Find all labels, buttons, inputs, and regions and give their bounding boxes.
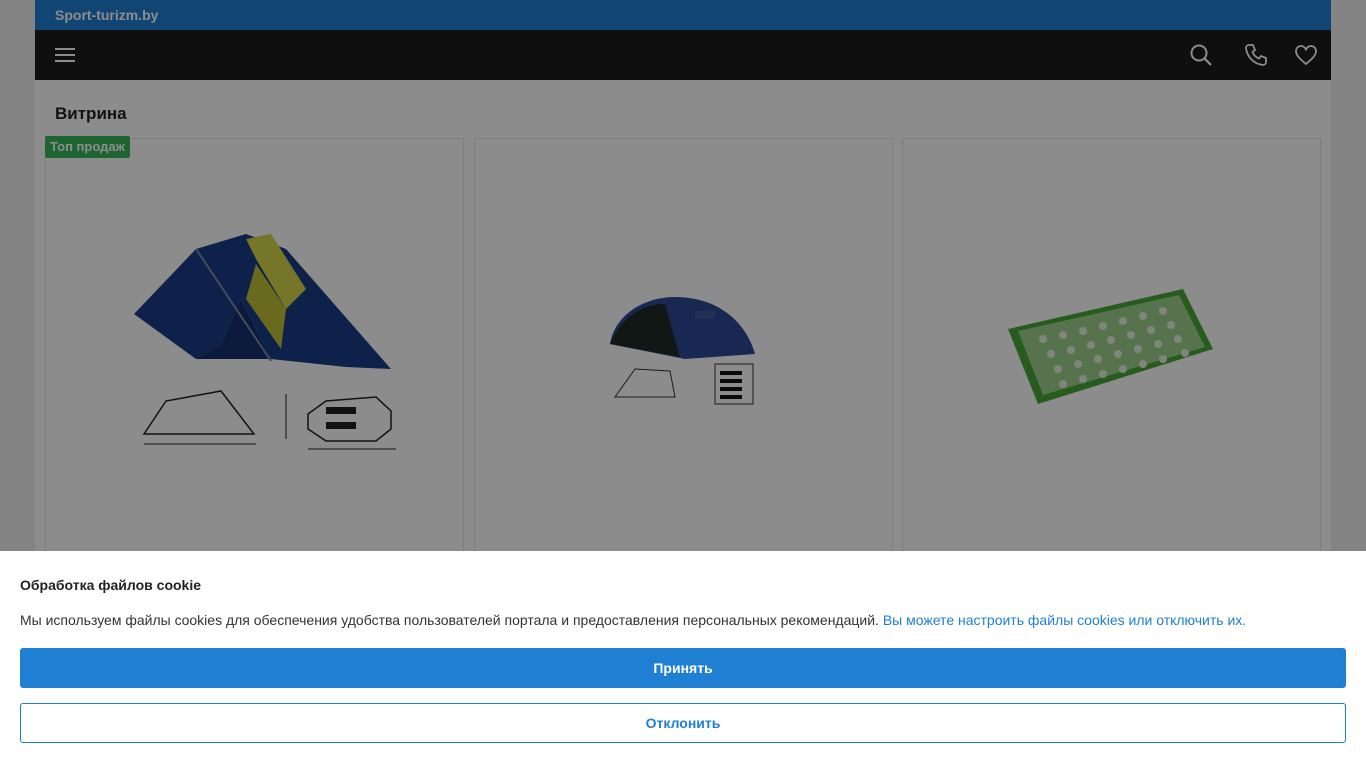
- page-background: Sport-turizm.by Витрина Топ продаж Обраб…: [0, 0, 1366, 768]
- cookie-text: Мы используем файлы cookies для обеспече…: [20, 612, 1246, 628]
- cookie-description: Мы используем файлы cookies для обеспече…: [20, 612, 879, 628]
- accept-button[interactable]: Принять: [20, 648, 1346, 688]
- cookie-title: Обработка файлов cookie: [20, 577, 202, 593]
- cookie-settings-link[interactable]: Вы можете настроить файлы cookies или от…: [883, 612, 1246, 628]
- cookie-banner: Обработка файлов cookie Мы используем фа…: [0, 551, 1366, 768]
- decline-button[interactable]: Отклонить: [20, 703, 1346, 743]
